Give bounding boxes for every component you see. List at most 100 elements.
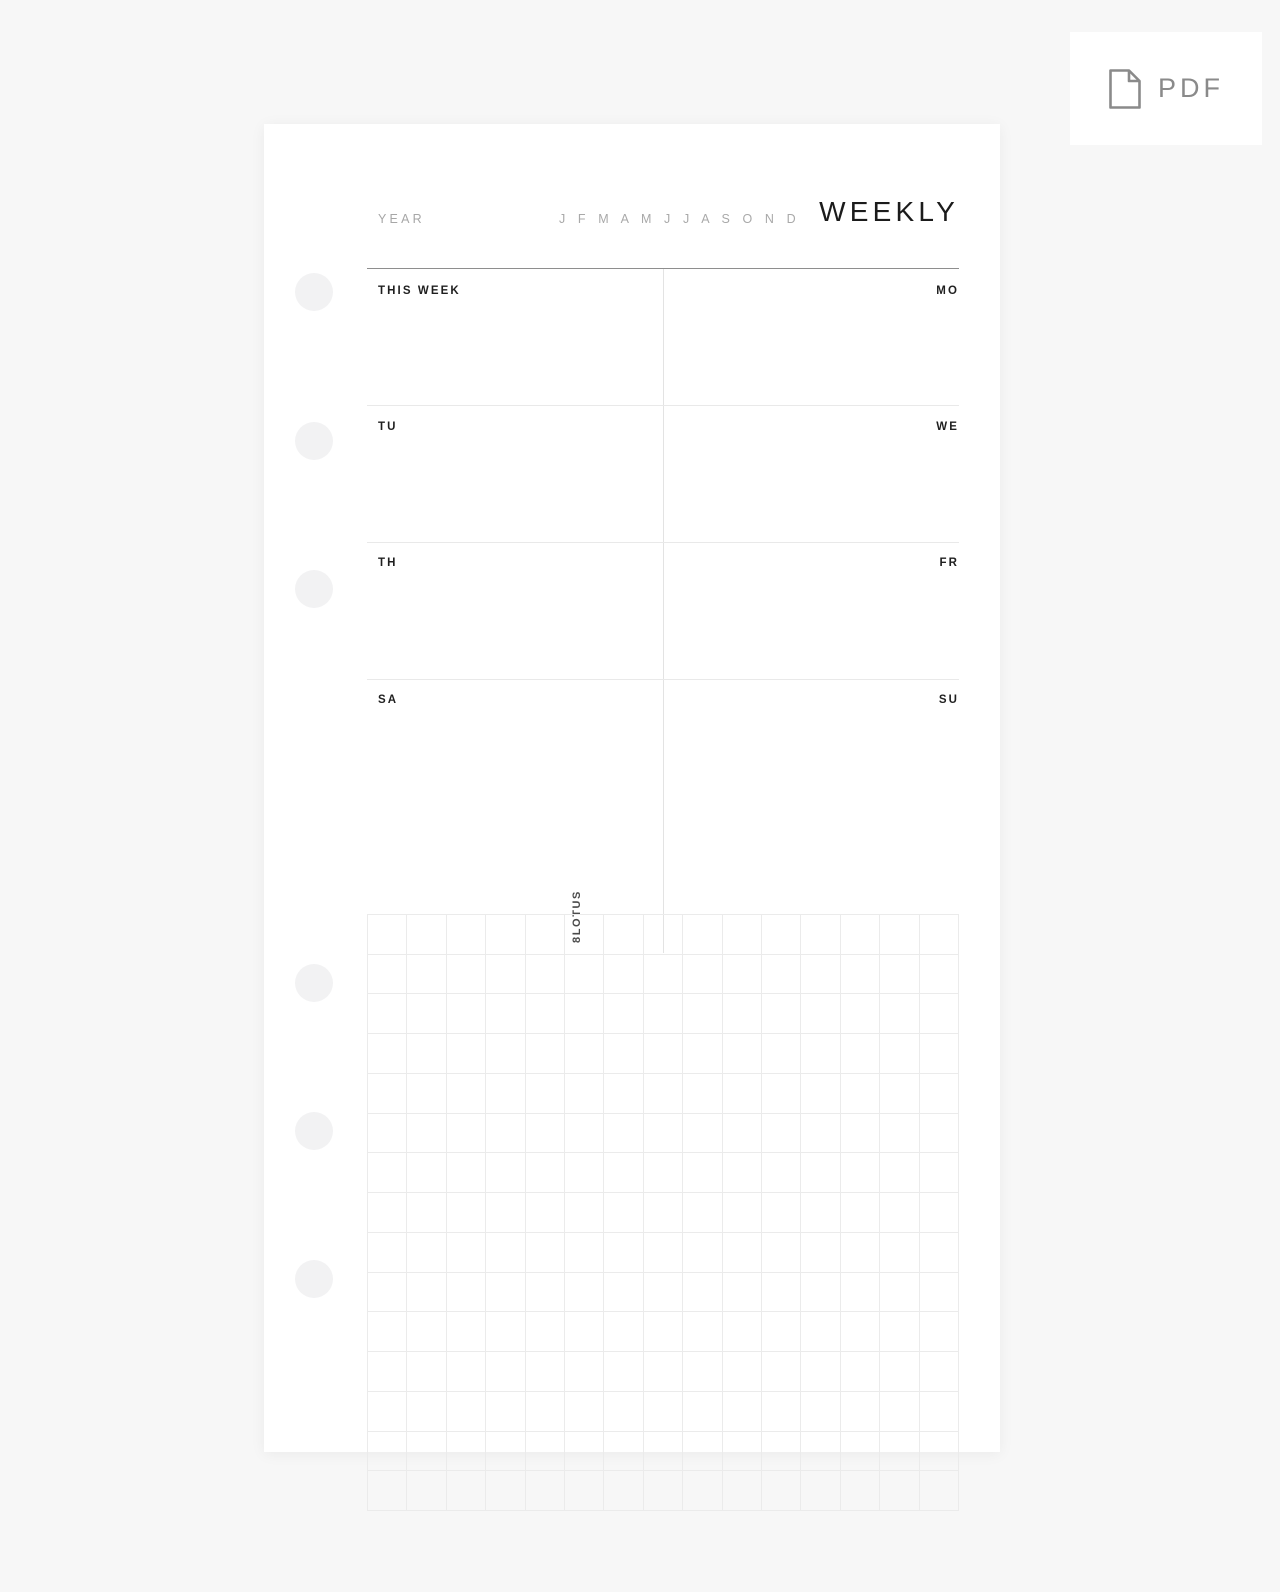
grid-cell[interactable] xyxy=(801,994,841,1035)
grid-cell[interactable] xyxy=(643,1232,684,1273)
grid-cell[interactable] xyxy=(683,1391,723,1432)
grid-cell[interactable] xyxy=(407,1034,447,1074)
grid-cell[interactable] xyxy=(801,1471,841,1511)
grid-cell[interactable] xyxy=(683,1232,723,1273)
grid-cell[interactable] xyxy=(880,1113,920,1154)
grid-cell[interactable] xyxy=(840,1391,881,1432)
grid-cell[interactable] xyxy=(880,915,920,955)
grid-cell[interactable] xyxy=(368,1153,408,1194)
grid-cell[interactable] xyxy=(368,1272,408,1313)
grid-cell[interactable] xyxy=(525,1153,565,1194)
grid-cell[interactable] xyxy=(801,1391,841,1432)
grid-cell[interactable] xyxy=(722,1073,762,1114)
grid-cell[interactable] xyxy=(486,915,526,955)
grid-cell[interactable] xyxy=(880,1153,920,1194)
grid-cell[interactable] xyxy=(840,1232,881,1273)
grid-cell[interactable] xyxy=(446,1193,487,1233)
grid-cell[interactable] xyxy=(368,994,408,1035)
grid-cell[interactable] xyxy=(762,1232,802,1273)
grid-cell[interactable] xyxy=(880,1391,920,1432)
grid-cell[interactable] xyxy=(919,915,959,955)
grid-cell[interactable] xyxy=(683,1193,723,1233)
grid-cell[interactable] xyxy=(407,954,447,995)
grid-cell[interactable] xyxy=(446,994,487,1035)
grid-cell[interactable] xyxy=(840,1471,881,1511)
grid-cell[interactable] xyxy=(525,1471,565,1511)
grid-cell[interactable] xyxy=(407,1153,447,1194)
day-cell-we[interactable]: WE xyxy=(663,405,959,541)
grid-cell[interactable] xyxy=(919,1073,959,1114)
grid-cell[interactable] xyxy=(604,1193,644,1233)
grid-cell[interactable] xyxy=(407,915,447,955)
grid-cell[interactable] xyxy=(407,1193,447,1233)
grid-cell[interactable] xyxy=(919,1232,959,1273)
grid-cell[interactable] xyxy=(604,1073,644,1114)
grid-cell[interactable] xyxy=(762,1272,802,1313)
grid-cell[interactable] xyxy=(683,1153,723,1194)
grid-cell[interactable] xyxy=(722,1193,762,1233)
grid-cell[interactable] xyxy=(446,1073,487,1114)
grid-cell[interactable] xyxy=(880,954,920,995)
grid-cell[interactable] xyxy=(486,1153,526,1194)
grid-cell[interactable] xyxy=(486,994,526,1035)
grid-cell[interactable] xyxy=(368,1471,408,1511)
grid-cell[interactable] xyxy=(643,915,684,955)
grid-cell[interactable] xyxy=(643,1153,684,1194)
grid-cell[interactable] xyxy=(643,1312,684,1353)
grid-cell[interactable] xyxy=(446,1471,487,1511)
grid-cell[interactable] xyxy=(486,1352,526,1392)
grid-cell[interactable] xyxy=(486,1034,526,1074)
grid-cell[interactable] xyxy=(368,1391,408,1432)
grid-cell[interactable] xyxy=(407,1232,447,1273)
grid-cell[interactable] xyxy=(683,1312,723,1353)
grid-cell[interactable] xyxy=(604,1272,644,1313)
grid-cell[interactable] xyxy=(368,1193,408,1233)
grid-cell[interactable] xyxy=(525,1193,565,1233)
grid-cell[interactable] xyxy=(407,1471,447,1511)
grid-cell[interactable] xyxy=(525,1232,565,1273)
grid-cell[interactable] xyxy=(407,1113,447,1154)
grid-cell[interactable] xyxy=(880,1312,920,1353)
grid-cell[interactable] xyxy=(604,915,644,955)
grid-cell[interactable] xyxy=(525,1272,565,1313)
grid-cell[interactable] xyxy=(486,1312,526,1353)
grid-cell[interactable] xyxy=(919,994,959,1035)
grid-cell[interactable] xyxy=(407,1073,447,1114)
grid-cell[interactable] xyxy=(919,1391,959,1432)
day-cell-mo[interactable]: MO xyxy=(663,269,959,405)
grid-cell[interactable] xyxy=(486,1193,526,1233)
grid-cell[interactable] xyxy=(722,1113,762,1154)
grid-cell[interactable] xyxy=(722,1431,762,1472)
grid-cell[interactable] xyxy=(407,1312,447,1353)
grid-cell[interactable] xyxy=(565,915,605,955)
day-cell-sa[interactable]: SA xyxy=(367,678,663,815)
grid-cell[interactable] xyxy=(604,1431,644,1472)
grid-cell[interactable] xyxy=(446,1153,487,1194)
grid-cell[interactable] xyxy=(643,1034,684,1074)
grid-cell[interactable] xyxy=(643,1272,684,1313)
grid-cell[interactable] xyxy=(722,1232,762,1273)
grid-cell[interactable] xyxy=(880,1272,920,1313)
grid-cell[interactable] xyxy=(643,1193,684,1233)
grid-cell[interactable] xyxy=(643,1471,684,1511)
grid-cell[interactable] xyxy=(368,915,408,955)
grid-cell[interactable] xyxy=(486,954,526,995)
grid-cell[interactable] xyxy=(604,1232,644,1273)
grid-cell[interactable] xyxy=(722,1153,762,1194)
grid-cell[interactable] xyxy=(565,1153,605,1194)
grid-cell[interactable] xyxy=(525,1352,565,1392)
grid-cell[interactable] xyxy=(407,1431,447,1472)
grid-cell[interactable] xyxy=(919,1153,959,1194)
day-cell-fr[interactable]: FR xyxy=(663,541,959,678)
grid-cell[interactable] xyxy=(486,1232,526,1273)
grid-cell[interactable] xyxy=(525,1034,565,1074)
grid-cell[interactable] xyxy=(919,1352,959,1392)
day-cell-su[interactable]: SU xyxy=(663,678,959,815)
grid-cell[interactable] xyxy=(446,1352,487,1392)
grid-cell[interactable] xyxy=(801,1153,841,1194)
grid-cell[interactable] xyxy=(840,1312,881,1353)
grid-cell[interactable] xyxy=(486,1113,526,1154)
grid-cell[interactable] xyxy=(840,1352,881,1392)
grid-cell[interactable] xyxy=(683,1113,723,1154)
grid-cell[interactable] xyxy=(368,1352,408,1392)
